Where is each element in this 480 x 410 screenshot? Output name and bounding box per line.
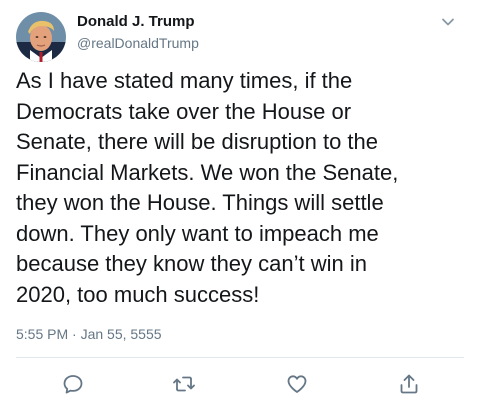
like-button[interactable] <box>284 371 310 397</box>
chevron-down-icon[interactable] <box>438 12 458 32</box>
share-icon <box>400 374 418 394</box>
divider <box>16 357 464 358</box>
reply-button[interactable] <box>60 371 86 397</box>
retweet-icon <box>173 376 195 392</box>
tweet-card: Donald J. Trump @realDonaldTrump As I ha… <box>0 0 480 410</box>
reply-icon <box>63 375 83 394</box>
author-handle[interactable]: @realDonaldTrump <box>77 35 199 51</box>
share-button[interactable] <box>396 371 422 397</box>
retweet-button[interactable] <box>171 371 197 397</box>
author-name[interactable]: Donald J. Trump <box>77 13 195 30</box>
tweet-text: As I have stated many times, if the Demo… <box>16 68 399 307</box>
heart-icon <box>287 375 307 393</box>
avatar[interactable] <box>16 12 66 62</box>
tweet-timestamp[interactable]: 5:55 PM · Jan 55, 5555 <box>16 326 162 342</box>
